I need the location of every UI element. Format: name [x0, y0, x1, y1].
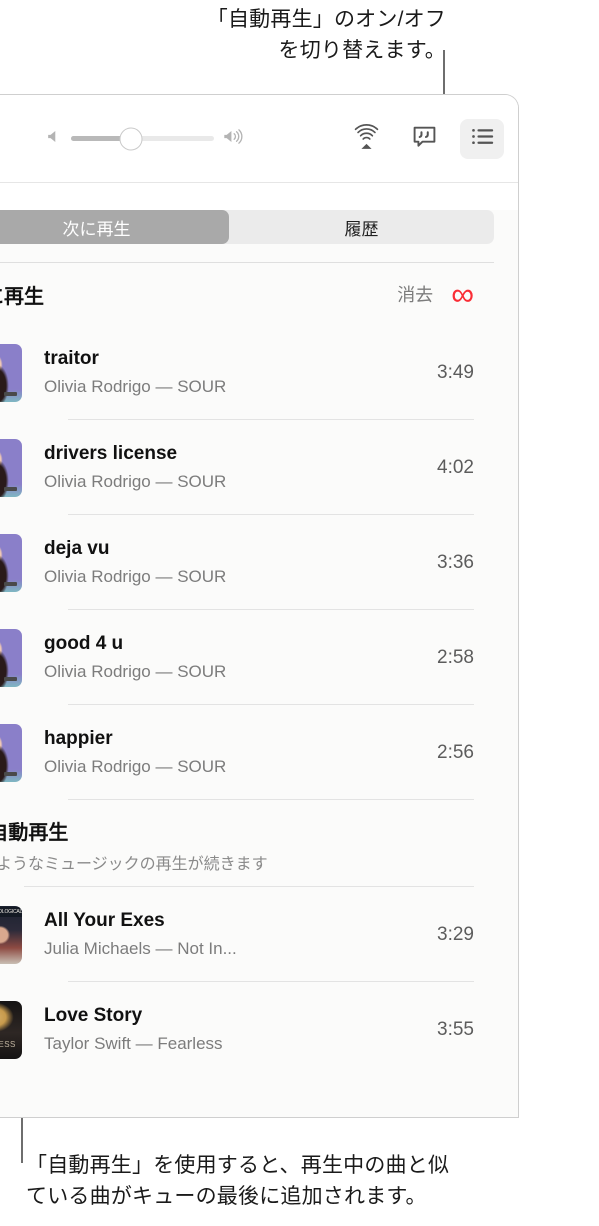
speaker-high-icon — [221, 127, 245, 151]
airplay-button[interactable] — [344, 119, 388, 159]
table-row[interactable]: FEARLESS Love Story Taylor Swift — Fearl… — [0, 982, 518, 1077]
table-row[interactable]: happier Olivia Rodrigo — SOUR 2:56 — [0, 705, 518, 800]
queue-track-list: traitor Olivia Rodrigo — SOUR 3:49 drive… — [0, 325, 518, 800]
volume-slider-knob[interactable] — [119, 127, 143, 150]
screenshot-root: 「自動再生」のオン/オフ を切り替えます。 次に再生 履歴 再生 消去 ∞ tr… — [0, 0, 599, 1226]
album-art — [0, 723, 22, 782]
track-info: good 4 u Olivia Rodrigo — SOUR — [44, 631, 437, 685]
queue-section-title: 次に再生 — [0, 285, 44, 308]
album-art-caption: FEARLESS — [0, 1039, 16, 1049]
autoplay-title-row: ∞ 自動再生 — [0, 816, 494, 845]
music-app-window: 次に再生 履歴 次に再生 消去 ∞ traitor Olivia Rodrigo… — [0, 94, 519, 1118]
track-title: good 4 u — [44, 632, 124, 654]
track-duration: 3:29 — [437, 923, 474, 945]
track-duration: 3:49 — [437, 361, 474, 383]
queue-icon — [469, 123, 496, 155]
table-row[interactable]: NOT IN CHRONOLOGICAL ORDER All Your Exes… — [0, 887, 518, 982]
album-art: NOT IN CHRONOLOGICAL ORDER — [0, 905, 22, 964]
lyrics-button[interactable] — [402, 119, 446, 159]
album-art — [0, 533, 22, 592]
track-info: deja vu Olivia Rodrigo — SOUR — [44, 536, 437, 590]
album-art — [0, 628, 22, 687]
album-art — [0, 438, 22, 497]
album-art-banner: NOT IN CHRONOLOGICAL ORDER — [0, 906, 22, 917]
track-title: drivers license — [44, 442, 178, 464]
track-subtitle: Olivia Rodrigo — SOUR — [44, 661, 227, 681]
track-duration: 3:36 — [437, 551, 474, 573]
airplay-icon — [353, 123, 380, 155]
toolbar — [0, 95, 518, 183]
table-row[interactable]: good 4 u Olivia Rodrigo — SOUR 2:58 — [0, 610, 518, 705]
track-info: drivers license Olivia Rodrigo — SOUR — [44, 441, 437, 495]
track-subtitle: Olivia Rodrigo — SOUR — [44, 471, 227, 491]
album-art: FEARLESS — [0, 1000, 22, 1059]
volume-control[interactable] — [45, 127, 245, 151]
queue-tab-selector: 次に再生 履歴 — [0, 210, 494, 244]
autoplay-header: ∞ 自動再生 同じようなミュージックの再生が続きます — [0, 800, 518, 886]
track-duration: 3:55 — [437, 1018, 474, 1040]
track-title: traitor — [44, 347, 99, 369]
table-row[interactable]: drivers license Olivia Rodrigo — SOUR 4:… — [0, 420, 518, 515]
autoplay-toggle-infinity-icon[interactable]: ∞ — [451, 278, 474, 310]
track-subtitle: Julia Michaels — Not In... — [44, 938, 237, 958]
queue-header: 次に再生 消去 ∞ — [0, 263, 498, 325]
track-info: happier Olivia Rodrigo — SOUR — [44, 726, 437, 780]
track-duration: 2:58 — [437, 646, 474, 668]
volume-slider-track[interactable] — [71, 127, 214, 150]
track-title: deja vu — [44, 537, 110, 559]
track-info: All Your Exes Julia Michaels — Not In... — [44, 908, 437, 962]
track-subtitle: Olivia Rodrigo — SOUR — [44, 376, 227, 396]
table-row[interactable]: deja vu Olivia Rodrigo — SOUR 3:36 — [0, 515, 518, 610]
speaker-low-icon — [45, 127, 64, 151]
clear-queue-button[interactable]: 消去 — [397, 281, 433, 307]
track-duration: 4:02 — [437, 456, 474, 478]
track-title: Love Story — [44, 1004, 143, 1026]
toolbar-buttons — [344, 118, 504, 159]
track-subtitle: Olivia Rodrigo — SOUR — [44, 756, 227, 776]
track-subtitle: Taylor Swift — Fearless — [44, 1033, 223, 1053]
tab-playing-next[interactable]: 次に再生 — [0, 210, 229, 244]
tab-playing-next-label: 次に再生 — [62, 219, 131, 239]
track-subtitle: Olivia Rodrigo — SOUR — [44, 566, 227, 586]
lyrics-icon — [411, 123, 438, 155]
track-title: All Your Exes — [44, 909, 165, 931]
tab-history-label: 履歴 — [344, 219, 379, 239]
queue-button[interactable] — [460, 118, 504, 159]
autoplay-title: 自動再生 — [0, 822, 69, 844]
autoplay-subtitle: 同じようなミュージックの再生が続きます — [0, 856, 268, 873]
table-row[interactable]: traitor Olivia Rodrigo — SOUR 3:49 — [0, 325, 518, 420]
callout-caption-top: 「自動再生」のオン/オフ を切り替えます。 — [206, 8, 446, 62]
queue-panel: 次に再生 履歴 次に再生 消去 ∞ traitor Olivia Rodrigo… — [0, 210, 518, 1117]
track-info: Love Story Taylor Swift — Fearless — [44, 1003, 437, 1057]
callout-caption-bottom: 「自動再生」を使用すると、再生中の曲と似 ている曲がキューの最後に追加されます。 — [26, 1154, 450, 1208]
tab-history[interactable]: 履歴 — [229, 210, 494, 244]
track-title: happier — [44, 727, 113, 749]
track-info: traitor Olivia Rodrigo — SOUR — [44, 346, 437, 400]
album-art — [0, 343, 22, 402]
autoplay-section: ∞ 自動再生 同じようなミュージックの再生が続きます NOT IN CHRONO… — [0, 800, 518, 1077]
track-duration: 2:56 — [437, 741, 474, 763]
row-separator — [68, 799, 474, 800]
